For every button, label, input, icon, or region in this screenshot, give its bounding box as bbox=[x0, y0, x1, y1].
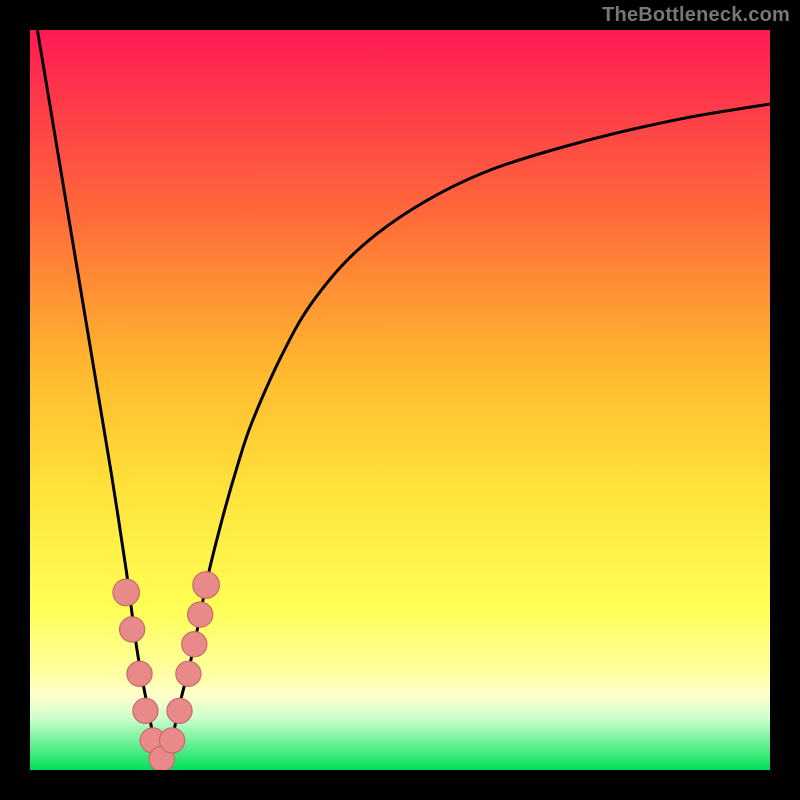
marker-dot bbox=[120, 617, 145, 642]
marker-dot bbox=[182, 632, 207, 657]
marker-dot bbox=[160, 728, 185, 753]
plot-area bbox=[30, 30, 770, 770]
marker-dot bbox=[193, 572, 220, 599]
marker-dot bbox=[127, 661, 152, 686]
bottleneck-curve bbox=[37, 30, 770, 763]
marker-dot bbox=[176, 661, 201, 686]
curve-svg bbox=[30, 30, 770, 770]
chart-frame: TheBottleneck.com bbox=[0, 0, 800, 800]
watermark-text: TheBottleneck.com bbox=[602, 4, 790, 27]
marker-dot bbox=[133, 698, 158, 723]
marker-dot bbox=[188, 602, 213, 627]
marker-dot bbox=[113, 579, 140, 606]
marker-dot bbox=[167, 698, 192, 723]
